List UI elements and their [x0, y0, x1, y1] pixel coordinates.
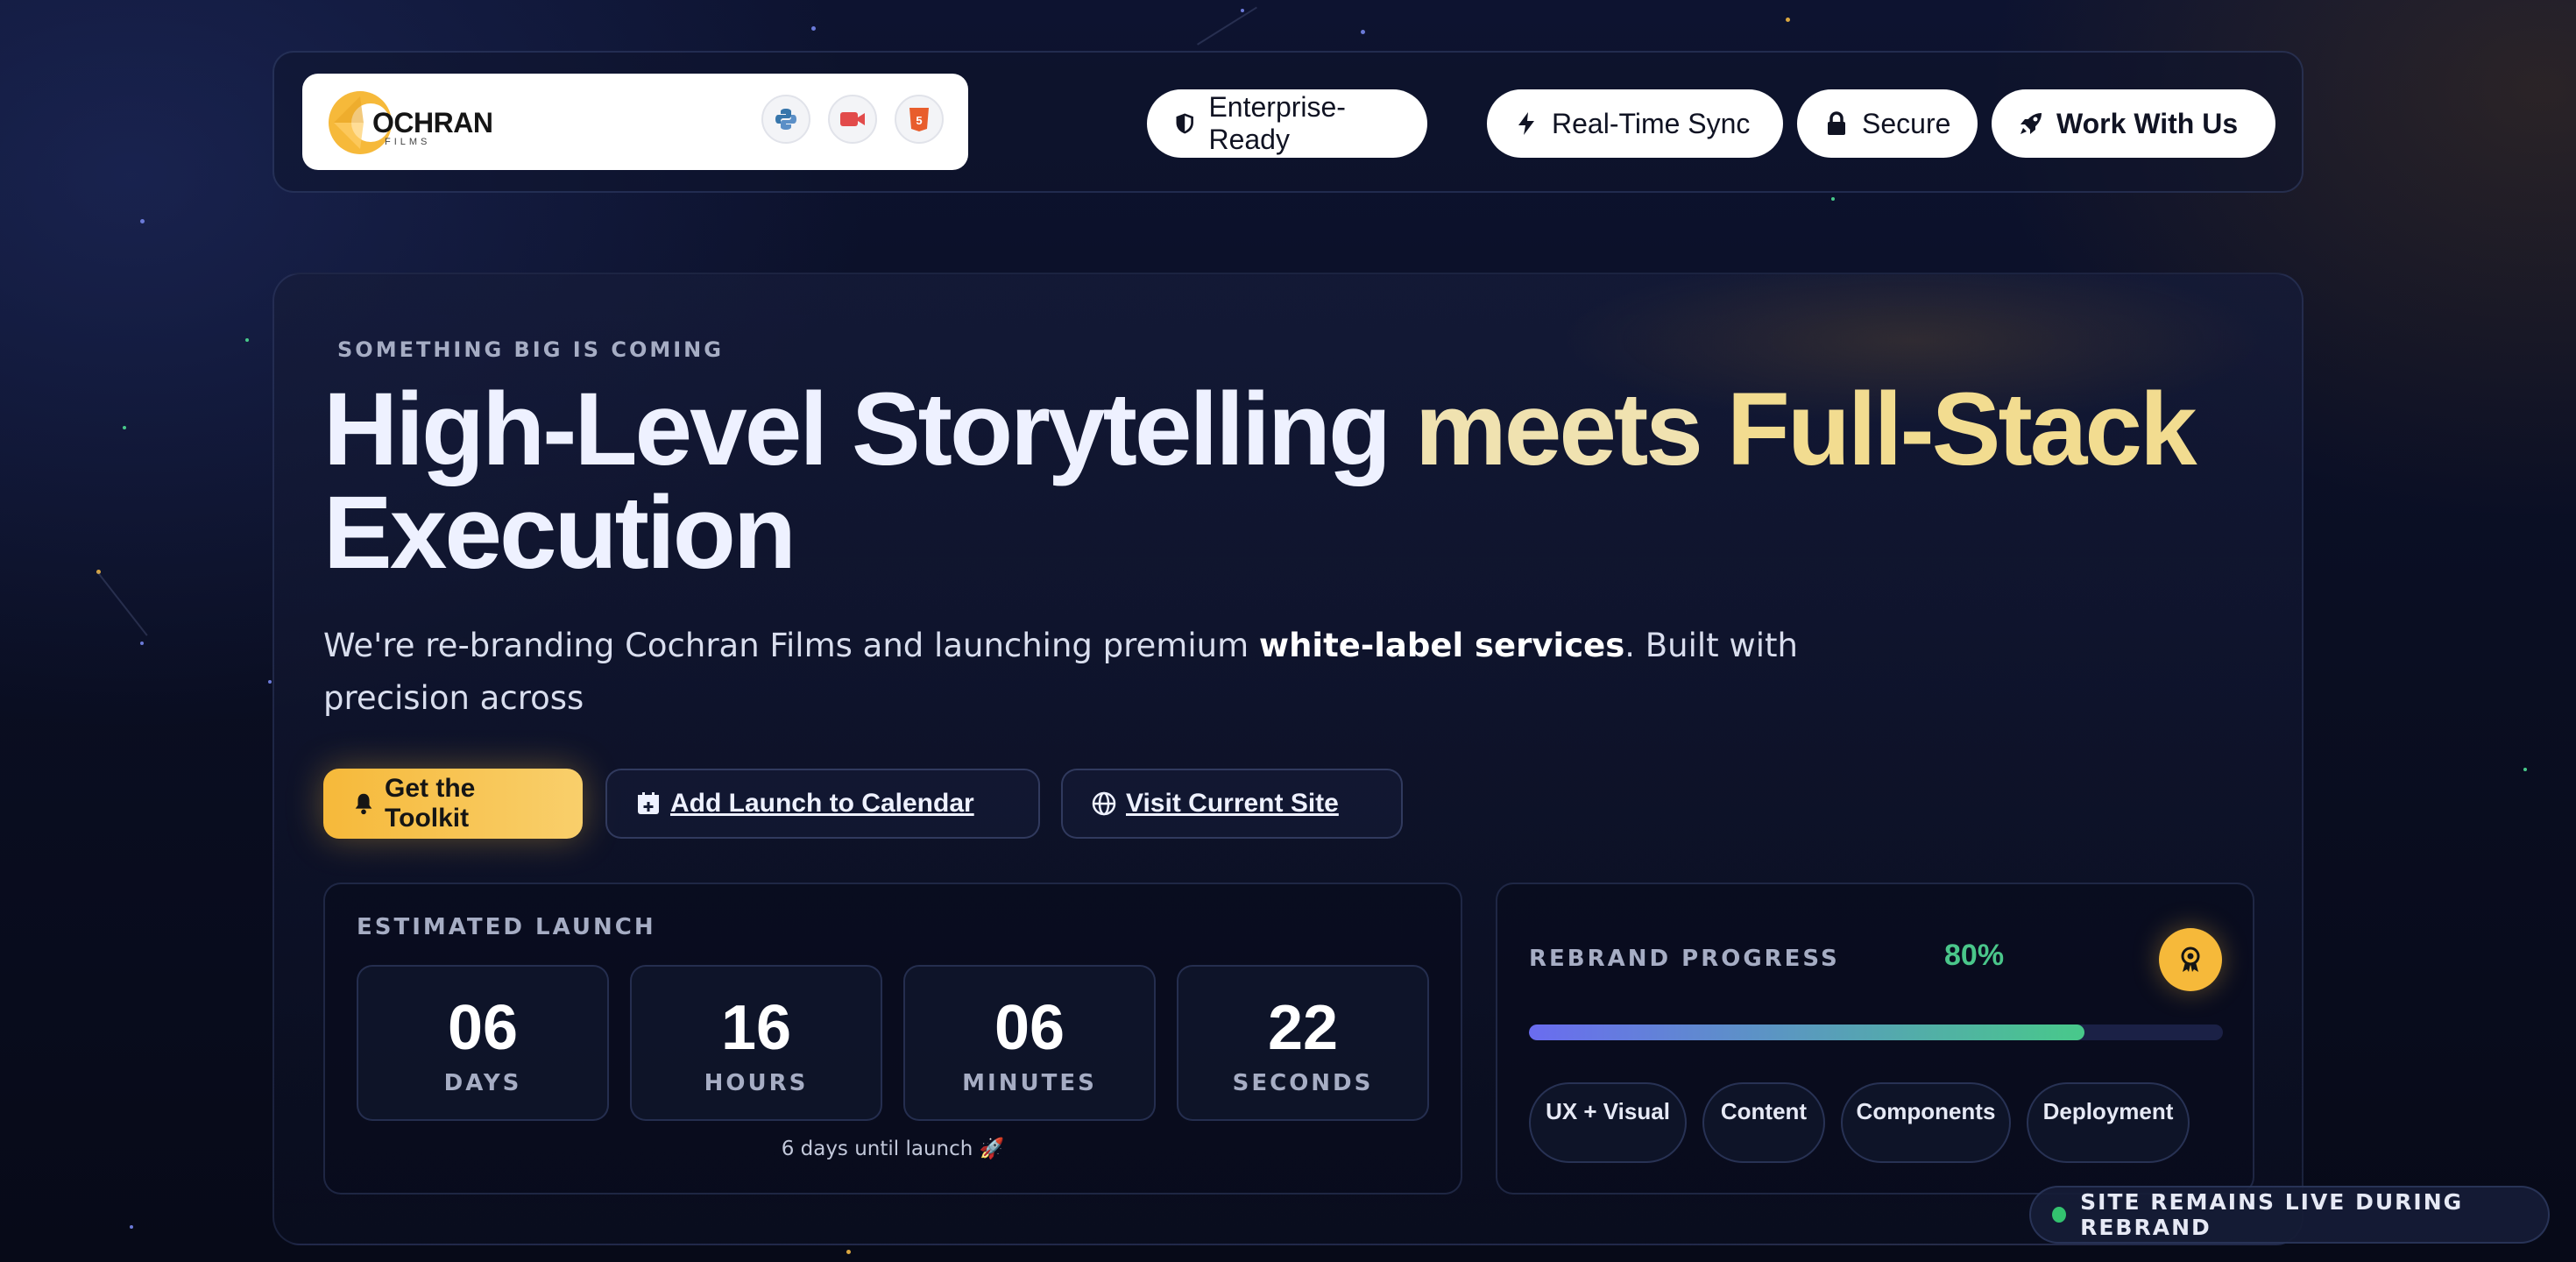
brand-name: OCHRAN — [372, 107, 493, 138]
phase-components[interactable]: Components — [1841, 1082, 2011, 1163]
secure-pill[interactable]: Secure — [1797, 89, 1978, 158]
countdown-panel: ESTIMATED LAUNCH 06 DAYS 16 HOURS 06 MIN… — [323, 883, 1462, 1195]
bell-icon — [355, 793, 372, 815]
phase-content[interactable]: Content — [1702, 1082, 1825, 1163]
enterprise-ready-label: Enterprise-Ready — [1208, 91, 1346, 155]
bolt-icon — [1518, 112, 1534, 135]
enterprise-ready-pill[interactable]: Enterprise-Ready — [1147, 89, 1427, 158]
add-to-calendar-label: Add Launch to Calendar — [670, 789, 974, 818]
hero-headline: High-Level Storytelling meets Full-Stack… — [323, 378, 2286, 585]
globe-icon — [1092, 791, 1116, 816]
minutes-unit: MINUTES — [962, 1070, 1097, 1096]
days-value: 06 — [447, 993, 519, 1063]
shield-icon — [1176, 113, 1193, 134]
phase-ux-visual[interactable]: UX + Visual — [1529, 1082, 1687, 1163]
calendar-plus-icon — [638, 792, 659, 814]
lead-text-start: We're re-branding Cochran Films and laun… — [323, 627, 1259, 664]
live-status-text: SITE REMAINS LIVE DURING REBRAND — [2080, 1189, 2464, 1240]
countdown-caption: 6 days until launch 🚀 — [781, 1138, 1005, 1160]
hero-card: SOMETHING BIG IS COMING High-Level Story… — [272, 273, 2304, 1245]
lead-text-bold: white-label services — [1258, 627, 1625, 664]
secure-label: Secure — [1862, 107, 1951, 139]
logo-card[interactable]: OCHRAN FILMS 5 — [302, 74, 968, 170]
headline-full-stack: Full-Stack — [1726, 372, 2197, 487]
video-camera-icon[interactable] — [828, 95, 877, 144]
progress-label: REBRAND PROGRESS — [1529, 946, 1840, 972]
live-status-badge: SITE REMAINS LIVE DURING REBRAND — [2029, 1186, 2550, 1244]
progress-fill — [1529, 1024, 2084, 1040]
svg-text:5: 5 — [916, 114, 922, 127]
get-toolkit-button[interactable]: Get the Toolkit — [323, 769, 583, 839]
work-with-us-button[interactable]: Work With Us — [1992, 89, 2275, 158]
phase-deployment[interactable]: Deployment — [2027, 1082, 2190, 1163]
seconds-value: 22 — [1267, 993, 1339, 1063]
progress-track — [1529, 1024, 2223, 1040]
real-time-sync-pill[interactable]: Real-Time Sync — [1487, 89, 1783, 158]
top-nav: OCHRAN FILMS 5 Enterprise-Ready Real-Tim… — [272, 51, 2304, 193]
python-icon[interactable] — [761, 95, 810, 144]
countdown-label: ESTIMATED LAUNCH — [357, 914, 656, 940]
minutes-value: 06 — [994, 993, 1065, 1063]
hours-unit: HOURS — [704, 1070, 809, 1096]
headline-storytelling: High-Level Storytelling — [323, 372, 1391, 487]
headline-meets: meets — [1414, 372, 1703, 487]
add-to-calendar-button[interactable]: Add Launch to Calendar — [605, 769, 1040, 839]
days-unit: DAYS — [443, 1070, 522, 1096]
visit-current-site-button[interactable]: Visit Current Site — [1061, 769, 1403, 839]
countdown-hours: 16 HOURS — [630, 965, 882, 1121]
real-time-sync-label: Real-Time Sync — [1552, 107, 1751, 139]
countdown-minutes: 06 MINUTES — [903, 965, 1156, 1121]
headline-execution: Execution — [323, 475, 796, 591]
hero-lead: We're re-branding Cochran Films and laun… — [323, 620, 1857, 725]
progress-percent: 80% — [1944, 939, 2005, 972]
progress-panel: REBRAND PROGRESS 80% UX + Visual Content… — [1496, 883, 2254, 1195]
live-indicator-dot — [2052, 1207, 2067, 1223]
award-badge-icon[interactable] — [2159, 928, 2222, 991]
hero-eyebrow: SOMETHING BIG IS COMING — [337, 337, 724, 362]
lock-icon — [1828, 111, 1845, 135]
visit-current-site-label: Visit Current Site — [1126, 789, 1339, 818]
brand-subtitle: FILMS — [385, 137, 431, 147]
work-with-us-label: Work With Us — [2056, 107, 2239, 139]
hours-value: 16 — [720, 993, 792, 1063]
seconds-unit: SECONDS — [1232, 1070, 1374, 1096]
get-toolkit-label: Get the Toolkit — [385, 774, 476, 833]
html5-icon[interactable]: 5 — [895, 95, 944, 144]
countdown-seconds: 22 SECONDS — [1177, 965, 1429, 1121]
countdown-days: 06 DAYS — [357, 965, 609, 1121]
rocket-icon — [2020, 113, 2042, 134]
